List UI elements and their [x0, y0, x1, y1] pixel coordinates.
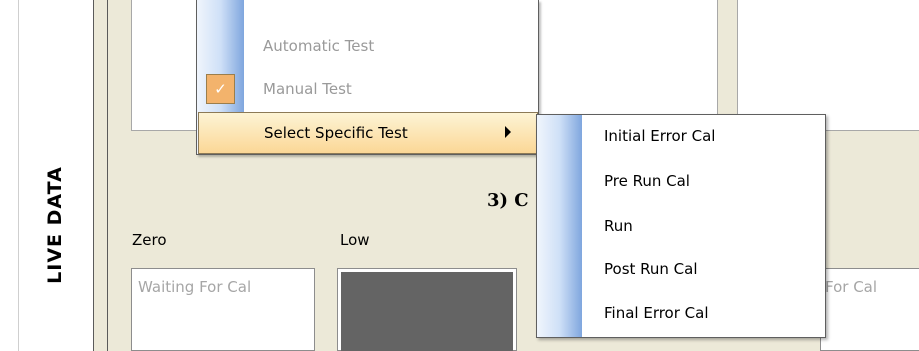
- menu-item-manual-test[interactable]: Manual Test: [244, 74, 538, 104]
- right-status-text: For Cal: [825, 278, 878, 296]
- submenu-item-post-run-cal[interactable]: Post Run Cal: [583, 248, 824, 290]
- submenu-item-label: Post Run Cal: [604, 260, 698, 278]
- low-label: Low: [340, 231, 370, 249]
- low-status-fill: [341, 272, 513, 351]
- live-data-text: LIVE DATA: [44, 166, 67, 284]
- zero-label: Zero: [132, 231, 167, 249]
- top-right-display-box: [737, 0, 919, 131]
- submenu-arrow-icon: [505, 126, 511, 138]
- menu-item-label: Select Specific Test: [264, 124, 408, 142]
- submenu-item-final-error-cal[interactable]: Final Error Cal: [583, 292, 824, 334]
- submenu-item-label: Pre Run Cal: [604, 172, 690, 190]
- submenu-item-run[interactable]: Run: [583, 205, 824, 247]
- checkmark-icon: ✓: [206, 74, 235, 104]
- zero-status-text: Waiting For Cal: [138, 278, 252, 296]
- menu-item-select-specific-test[interactable]: Select Specific Test: [198, 112, 538, 154]
- submenu-item-initial-error-cal[interactable]: Initial Error Cal: [583, 115, 824, 157]
- submenu-gutter: [537, 115, 582, 337]
- menu-item-label: Automatic Test: [263, 37, 375, 55]
- submenu-item-label: Initial Error Cal: [604, 127, 716, 145]
- submenu-item-pre-run-cal[interactable]: Pre Run Cal: [583, 160, 824, 202]
- submenu-item-label: Run: [604, 217, 633, 235]
- sidebar-divider: [18, 0, 19, 351]
- section-title: 3) C: [487, 190, 529, 211]
- live-data-label: LIVE DATA: [43, 155, 67, 295]
- menu-item-automatic-test[interactable]: Automatic Test: [244, 31, 538, 61]
- main-panel-border: [107, 0, 108, 351]
- menu-item-label: Manual Test: [263, 80, 352, 98]
- submenu-item-label: Final Error Cal: [604, 304, 709, 322]
